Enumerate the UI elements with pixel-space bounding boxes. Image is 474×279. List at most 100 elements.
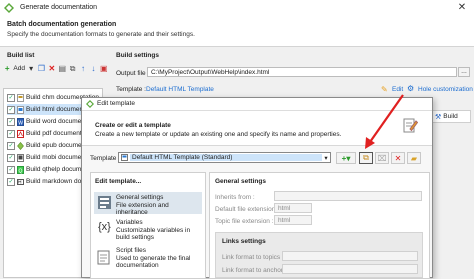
link-anchors-input: [282, 264, 418, 274]
link-topics-label: Link format to topics :: [222, 254, 284, 261]
open-folder-button[interactable]: ▰: [407, 152, 421, 164]
pencil-icon[interactable]: ✎: [381, 85, 388, 94]
template-icon: [121, 154, 128, 161]
edit-link[interactable]: Edit: [392, 86, 403, 93]
nav-item-variables[interactable]: {x} Variables Customizable variables in …: [94, 219, 202, 241]
delete-icon: ✕: [394, 153, 402, 163]
checkbox[interactable]: ✓: [7, 177, 15, 186]
topic-extension-input: html: [274, 215, 312, 225]
header-subtitle: Specify the documentation formats to gen…: [7, 31, 195, 38]
new-template-button[interactable]: +▾: [336, 152, 356, 164]
default-extension-label: Default file extension :: [215, 206, 279, 213]
rename-template-button[interactable]: ⌧: [375, 152, 389, 164]
checkbox[interactable]: ✓: [7, 117, 15, 126]
nav-item-scripts[interactable]: Script files Used to generate the final …: [94, 247, 202, 275]
dialog-template-label: Template :: [90, 155, 120, 162]
wizard-header: Batch documentation generation Specify t…: [0, 16, 474, 47]
edit-template-panel: Edit template... General settings File e…: [90, 172, 206, 279]
app-logo-icon: [86, 100, 94, 108]
copy-icon[interactable]: ❐: [37, 64, 45, 73]
nav-item-title: Script files: [116, 247, 146, 254]
delete-template-button[interactable]: ✕: [391, 152, 405, 164]
default-extension-input: html: [274, 203, 312, 213]
copy-template-button[interactable]: ⧉: [359, 152, 373, 164]
app-logo-icon: [4, 3, 14, 13]
add-icon[interactable]: +: [3, 64, 11, 73]
chm-icon: [17, 93, 24, 102]
qthelp-icon: Q: [17, 165, 24, 174]
dialog-subheading: Create a new template or update an exist…: [95, 131, 342, 138]
html-icon: [17, 105, 24, 114]
settings-icon: [98, 196, 111, 209]
header-title: Batch documentation generation: [7, 21, 117, 28]
markdown-icon: [17, 178, 24, 185]
build-tab-label: Build: [443, 113, 458, 120]
template-select-value: Default HTML Template (Standard): [130, 154, 322, 161]
dialog-heading: Create or edit a template: [95, 122, 171, 129]
epub-icon: [17, 141, 24, 150]
nav-item-title: General settings: [116, 194, 164, 201]
checkbox[interactable]: ✓: [7, 93, 15, 102]
tab-build[interactable]: ⚒ Build: [431, 110, 471, 123]
checkbox[interactable]: ✓: [7, 153, 15, 162]
window-titlebar: Generate documentation ✕: [0, 0, 474, 17]
edit-template-label: Edit template...: [95, 178, 142, 185]
pdf-icon: [17, 129, 24, 138]
properties-icon[interactable]: ▤: [58, 64, 66, 73]
build-tab-icon: ⚒: [435, 113, 442, 121]
duplicate-icon[interactable]: ⧉: [68, 64, 76, 73]
chevron-down-icon[interactable]: ▾: [322, 154, 330, 162]
svg-text:W: W: [18, 120, 23, 126]
add-button[interactable]: Add: [13, 65, 25, 72]
checkbox[interactable]: ✓: [7, 165, 15, 174]
nav-item-desc: File extension and inheritance: [116, 202, 169, 216]
svg-text:Q: Q: [19, 168, 23, 174]
browse-button[interactable]: …: [458, 67, 470, 77]
checkbox[interactable]: ✓: [7, 141, 15, 150]
variables-icon: {x}: [98, 221, 111, 233]
clear-icon[interactable]: ▣: [100, 64, 108, 73]
nav-item-title: Variables: [116, 219, 143, 226]
output-file-label: Output file :: [116, 70, 150, 77]
links-settings-group: Links settings Link format to topics : L…: [215, 232, 423, 278]
delete-icon[interactable]: ✕: [48, 64, 56, 73]
nav-item-general[interactable]: General settings File extension and inhe…: [94, 192, 202, 216]
nav-item-desc: Customizable variables in build settings: [116, 227, 191, 241]
add-icon: +▾: [341, 153, 351, 163]
close-button[interactable]: ✕: [453, 1, 471, 15]
build-list-toolbar: + Add ▾ ❐ ✕ ▤ ⧉ ↑ ↓ ▣: [3, 62, 108, 74]
dropdown-arrow-icon[interactable]: ▾: [27, 64, 35, 73]
dialog-title: Edit template: [97, 100, 135, 107]
move-up-icon[interactable]: ↑: [79, 64, 87, 73]
checkbox[interactable]: ✓: [7, 129, 15, 138]
template-label: Template :: [116, 86, 146, 93]
general-settings-panel: General settings Inherits from : Default…: [209, 172, 430, 279]
topic-extension-label: Topic file extension :: [215, 218, 274, 225]
mobi-icon: [17, 153, 24, 162]
word-icon: W: [17, 117, 24, 126]
script-icon: [97, 250, 110, 265]
checkbox[interactable]: ✓: [7, 105, 15, 114]
build-settings-label: Build settings: [116, 52, 159, 59]
template-link[interactable]: Default HTML Template: [146, 86, 214, 93]
window-title: Generate documentation: [20, 4, 98, 11]
general-settings-label: General settings: [215, 178, 266, 185]
inherits-from-label: Inherits from :: [215, 194, 255, 201]
output-file-input[interactable]: C:\MyProject\Output\WebHelp\index.html: [147, 67, 457, 77]
build-list-label: Build list: [7, 52, 35, 59]
duplicate-icon: ⧉: [363, 153, 369, 162]
inherits-from-input: [274, 191, 422, 201]
dialog-header: Create or edit a template Create a new t…: [82, 111, 432, 146]
link-topics-input: [282, 251, 418, 261]
dialog-titlebar: Edit template: [82, 98, 432, 111]
folder-icon: ▰: [410, 153, 418, 163]
nav-item-desc: Used to generate the final documentation: [116, 255, 191, 269]
customize-icon[interactable]: ⚙: [407, 84, 414, 93]
link-anchors-label: Link format to anchors :: [222, 267, 290, 274]
links-settings-label: Links settings: [222, 238, 266, 245]
edit-template-dialog: Edit template Create or edit a template …: [81, 97, 433, 279]
edit-document-icon: [403, 118, 418, 133]
template-select[interactable]: Default HTML Template (Standard) ▾: [118, 152, 331, 163]
move-down-icon[interactable]: ↓: [89, 64, 97, 73]
hole-customization-link[interactable]: Hole customization: [418, 86, 473, 93]
